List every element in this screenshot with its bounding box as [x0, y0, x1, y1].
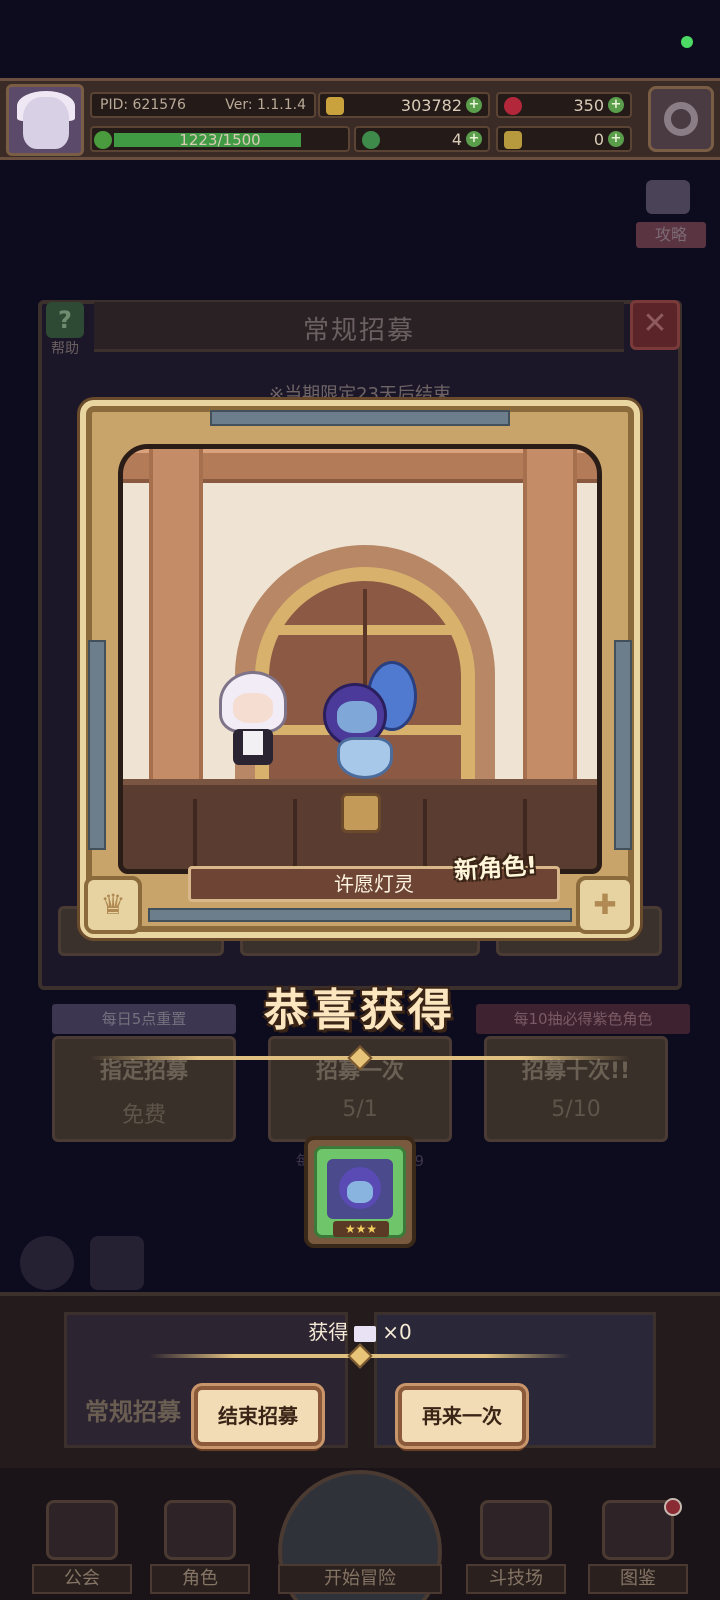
avatar-face	[23, 97, 69, 149]
obtain-summary: 获得 ×0	[0, 1316, 720, 1345]
add-gold-button[interactable]: +	[466, 97, 482, 113]
key-amount: 0	[593, 129, 604, 149]
gem-counter: 350 +	[496, 92, 632, 118]
frame-trim-right	[614, 640, 632, 850]
new-character-sprite	[323, 661, 433, 781]
book-icon	[602, 1500, 674, 1560]
nav-start-adventure[interactable]: 开始冒险	[268, 1470, 452, 1600]
gold-amount: 303782	[400, 95, 462, 115]
obtain-count: ×0	[382, 1320, 412, 1344]
targeted-recruit-button[interactable]: 指定招募 免费	[52, 1036, 236, 1142]
reward-card-frame: ★★★	[314, 1146, 406, 1238]
coin-icon	[326, 97, 344, 115]
frame-trim-top	[210, 410, 510, 426]
new-character-label: 新角色!	[453, 851, 539, 885]
nav-guild-label: 公会	[32, 1564, 132, 1594]
nav-arena[interactable]: 斗技场	[466, 1500, 566, 1596]
ticket-icon	[354, 1325, 377, 1342]
status-indicator-dot	[681, 36, 693, 48]
scene-pillar-right	[523, 449, 577, 779]
strategy-button[interactable]: 攻略	[630, 178, 712, 254]
end-recruit-button[interactable]: 结束招募	[194, 1386, 322, 1446]
clover-counter: 4 +	[354, 126, 490, 152]
clover-amount: 4	[451, 129, 462, 149]
ten-recruit-button[interactable]: 招募十次!! 5/10	[484, 1036, 668, 1142]
sprite-face	[337, 701, 377, 733]
notification-badge	[664, 1498, 682, 1516]
key-counter: 0 +	[496, 126, 632, 152]
crossed-swords-icon	[480, 1500, 552, 1560]
rarity-stars: ★★★	[333, 1221, 389, 1237]
scene-pillar-left	[149, 449, 203, 779]
player-avatar[interactable]	[6, 84, 84, 156]
close-icon: ✕	[642, 306, 668, 341]
recruit-again-button[interactable]: 再来一次	[398, 1386, 526, 1446]
player-id: PID: 621576	[100, 97, 186, 113]
experience-bar: 1223/1500	[90, 126, 350, 152]
reward-character-portrait	[327, 1159, 393, 1219]
floor-plank	[193, 799, 197, 869]
sprite-face	[233, 693, 273, 723]
nav-characters[interactable]: 角色	[150, 1500, 250, 1596]
gold-counter: 303782 +	[318, 92, 490, 118]
key-icon	[504, 131, 522, 149]
cross-icon: ✚	[593, 888, 617, 921]
add-key-button[interactable]: +	[608, 131, 624, 147]
character-icon	[164, 1500, 236, 1560]
nav-characters-label: 角色	[150, 1564, 250, 1594]
congrats-title: 恭喜获得	[264, 985, 456, 1036]
recruit-panel-title: 常规招募	[302, 316, 415, 346]
recruit-panel-titlebar: 常规招募	[94, 302, 624, 352]
portrait-face	[347, 1181, 373, 1203]
game-version: Ver: 1.1.1.4	[225, 97, 306, 113]
targeted-recruit-cost: 免费	[121, 1103, 166, 1128]
settings-button[interactable]	[648, 86, 714, 152]
sprite-apron	[243, 731, 263, 755]
strategy-label: 攻略	[636, 222, 706, 248]
question-icon: ?	[46, 302, 84, 338]
frame-trim-bottom	[148, 908, 572, 922]
obtain-label: 获得	[308, 1320, 349, 1344]
ten-recruit-cost: 5/10	[551, 1097, 601, 1122]
add-clover-button[interactable]: +	[466, 131, 482, 147]
reward-character-card[interactable]: ★★★	[304, 1136, 416, 1248]
floor-plank	[293, 799, 297, 869]
crown-icon: ♛	[100, 888, 126, 921]
nav-adventure-label: 开始冒险	[278, 1564, 442, 1594]
exp-text: 1223/1500	[179, 131, 261, 149]
close-button[interactable]: ✕	[630, 300, 680, 350]
side-menu-icon[interactable]	[20, 1236, 74, 1290]
player-character-sprite	[215, 671, 291, 771]
recruit-scene	[118, 444, 602, 874]
side-menu-icon-secondary[interactable]	[90, 1236, 144, 1290]
corner-ornament-right: ✚	[576, 876, 634, 934]
nav-guild[interactable]: 公会	[32, 1500, 132, 1596]
frame-trim-left	[88, 640, 106, 850]
help-label: 帮助	[51, 341, 79, 357]
floor-emblem-icon	[341, 793, 381, 833]
help-button[interactable]: ? 帮助	[40, 302, 90, 357]
single-recruit-cost: 5/1	[342, 1097, 378, 1122]
sprite-genie-tail	[337, 737, 393, 779]
recruit-banner-label: 常规招募	[85, 1398, 181, 1426]
gem-icon	[504, 97, 522, 115]
corner-ornament-left: ♛	[84, 876, 142, 934]
add-gem-button[interactable]: +	[608, 97, 624, 113]
gem-amount: 350	[573, 95, 604, 115]
chat-bubble-icon	[646, 180, 690, 214]
floor-plank	[423, 799, 427, 869]
nav-arena-label: 斗技场	[466, 1564, 566, 1594]
guild-icon	[46, 1500, 118, 1560]
nav-codex-label: 图鉴	[588, 1564, 688, 1594]
clover-icon	[362, 131, 380, 149]
gear-icon	[664, 102, 698, 136]
player-id-box: PID: 621576 Ver: 1.1.1.4	[90, 92, 316, 118]
